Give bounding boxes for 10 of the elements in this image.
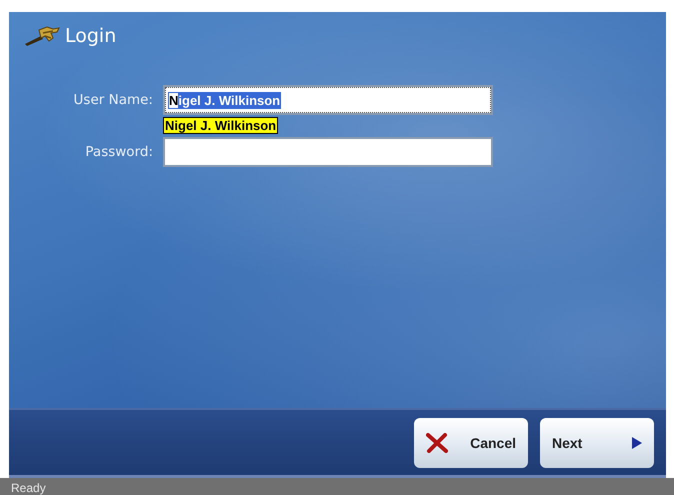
status-text: Ready <box>11 481 46 495</box>
cancel-button[interactable]: Cancel <box>414 418 528 468</box>
password-field[interactable] <box>163 137 493 167</box>
field-label: User Name: <box>72 91 153 110</box>
play-arrow-icon <box>632 436 642 448</box>
close-icon <box>426 432 448 452</box>
autocomplete-suggestion[interactable]: Nigel J. Wilkinson <box>163 117 278 134</box>
next-button[interactable]: Next <box>540 418 654 468</box>
field-label: Password: <box>84 143 153 162</box>
window-title: Login <box>65 25 116 47</box>
